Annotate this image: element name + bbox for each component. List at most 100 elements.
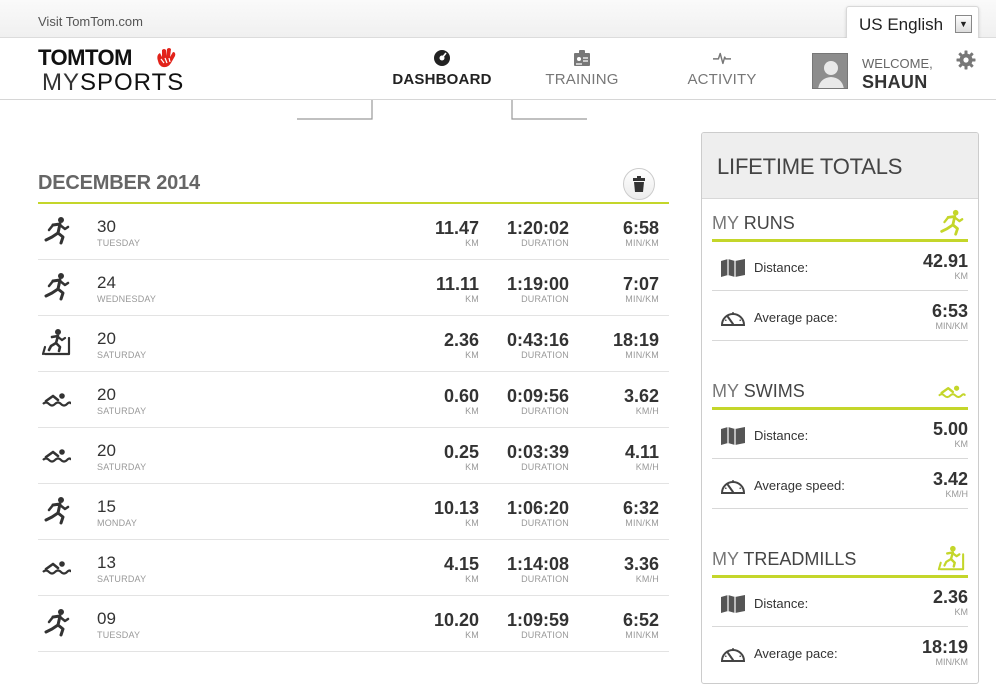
distance-value: 0.25 — [443, 442, 479, 462]
activity-duration: 0:03:39 DURATION — [479, 442, 569, 473]
activity-day: 13 — [97, 553, 116, 572]
tab-training[interactable]: TRAINING — [512, 38, 652, 100]
activity-distance: 11.11 KM — [389, 274, 479, 305]
speedometer-icon — [720, 476, 746, 496]
distance-unit: KM — [465, 462, 479, 472]
chevron-down-icon[interactable]: ▼ — [955, 15, 972, 33]
distance-unit: KM — [465, 294, 479, 304]
activity-distance: 11.47 KM — [389, 218, 479, 249]
run-icon — [41, 608, 71, 638]
lifetime-totals-panel: LIFETIME TOTALS MY RUNS Distance: 42.91 … — [701, 132, 979, 684]
activity-pace: 3.36 KM/H — [579, 554, 659, 585]
avatar[interactable] — [812, 53, 848, 89]
delete-button[interactable] — [623, 168, 655, 200]
activity-duration: 0:09:56 DURATION — [479, 386, 569, 417]
my-treadmills-title: MY TREADMILLS — [712, 549, 857, 569]
runs-distance-label: Distance: — [754, 260, 809, 275]
visit-tomtom-link[interactable]: Visit TomTom.com — [38, 14, 143, 29]
activity-row[interactable]: 20 SATURDAY 2.36 KM 0:43:16 DURATION 18:… — [38, 316, 669, 372]
pace-value: 7:07 — [622, 274, 659, 294]
treadmill-icon — [41, 328, 71, 358]
activity-row[interactable]: 20 SATURDAY 0.25 KM 0:03:39 DURATION 4.1… — [38, 428, 669, 484]
activity-distance: 4.15 KM — [389, 554, 479, 585]
speedometer-icon — [720, 644, 746, 664]
activity-duration: 1:06:20 DURATION — [479, 498, 569, 529]
treadmills-distance-row: Distance: 2.36 KM — [712, 578, 968, 627]
activity-weekday: MONDAY — [97, 518, 138, 528]
runs-pace-row: Average pace: 6:53 MIN/KM — [712, 292, 968, 341]
activity-row[interactable]: 24 WEDNESDAY 11.11 KM 1:19:00 DURATION 7… — [38, 260, 669, 316]
distance-value: 2.36 — [443, 330, 479, 350]
duration-unit: DURATION — [521, 406, 569, 416]
welcome-text: WELCOME, — [862, 56, 933, 71]
run-icon — [41, 216, 71, 246]
language-value: US English — [859, 15, 944, 34]
activity-list: 30 TUESDAY 11.47 KM 1:20:02 DURATION 6:5… — [38, 204, 669, 652]
activity-row[interactable]: 13 SATURDAY 4.15 KM 1:14:08 DURATION 3.3… — [38, 540, 669, 596]
duration-value: 1:19:00 — [506, 274, 569, 294]
pace-unit: KM/H — [635, 406, 659, 416]
map-icon — [720, 426, 746, 446]
pace-value: 6:52 — [622, 610, 659, 630]
distance-unit: KM — [465, 518, 479, 528]
my-swims-title: MY SWIMS — [712, 381, 805, 401]
pace-unit: MIN/KM — [625, 350, 659, 360]
activity-row[interactable]: 30 TUESDAY 11.47 KM 1:20:02 DURATION 6:5… — [38, 204, 669, 260]
distance-unit: KM — [465, 238, 479, 248]
activity-distance: 2.36 KM — [389, 330, 479, 361]
duration-value: 1:20:02 — [506, 218, 569, 238]
runs-pace: 6:53 MIN/KM — [931, 301, 968, 332]
pace-value: 3.62 — [623, 386, 659, 406]
tomtom-mysports-logo[interactable]: TOMTOM MYSPORTS — [38, 45, 188, 96]
duration-unit: DURATION — [521, 462, 569, 472]
swims-speed-label: Average speed: — [754, 478, 845, 493]
speedometer-icon — [720, 308, 746, 328]
tab-activity-label: ACTIVITY — [687, 71, 757, 88]
duration-value: 0:09:56 — [506, 386, 569, 406]
swim-icon — [938, 385, 966, 399]
distance-value: 11.11 — [435, 274, 479, 294]
activity-distance: 10.13 KM — [389, 498, 479, 529]
activity-distance: 10.20 KM — [389, 610, 479, 641]
duration-unit: DURATION — [521, 518, 569, 528]
distance-unit: KM — [465, 574, 479, 584]
duration-unit: DURATION — [521, 574, 569, 584]
activity-day: 20 — [97, 329, 116, 348]
logo-product: MYSPORTS — [42, 69, 185, 96]
run-icon — [940, 209, 964, 236]
run-icon — [41, 272, 71, 302]
activity-duration: 0:43:16 DURATION — [479, 330, 569, 361]
activity-day: 24 — [97, 273, 116, 292]
pace-value: 3.36 — [623, 554, 659, 574]
activity-icon — [713, 52, 731, 65]
pace-value: 4.11 — [624, 442, 659, 462]
pace-unit: MIN/KM — [625, 238, 659, 248]
duration-value: 0:03:39 — [506, 442, 569, 462]
duration-value: 0:43:16 — [506, 330, 569, 350]
treadmills-pace-label: Average pace: — [754, 646, 838, 661]
username[interactable]: SHAUN — [862, 72, 928, 93]
training-icon — [574, 50, 590, 66]
pace-unit: MIN/KM — [625, 294, 659, 304]
lifetime-totals-title: LIFETIME TOTALS — [717, 154, 903, 179]
activity-duration: 1:14:08 DURATION — [479, 554, 569, 585]
distance-value: 10.13 — [433, 498, 479, 518]
language-select[interactable]: US English ▼ — [846, 6, 979, 40]
swims-distance: 5.00 KM — [932, 419, 968, 450]
run-icon — [41, 496, 71, 526]
gear-icon[interactable] — [956, 50, 976, 70]
activity-duration: 1:09:59 DURATION — [479, 610, 569, 641]
activity-row[interactable]: 20 SATURDAY 0.60 KM 0:09:56 DURATION 3.6… — [38, 372, 669, 428]
treadmills-pace-row: Average pace: 18:19 MIN/KM — [712, 628, 968, 677]
pace-unit: KM/H — [635, 574, 659, 584]
main-header: TOMTOM MYSPORTS DASHBOARD TRAINING ACTIV… — [0, 38, 996, 100]
activity-row[interactable]: 15 MONDAY 10.13 KM 1:06:20 DURATION 6:32… — [38, 484, 669, 540]
distance-value: 10.20 — [433, 610, 479, 630]
tab-dashboard[interactable]: DASHBOARD — [372, 38, 512, 100]
treadmills-pace: 18:19 MIN/KM — [921, 637, 968, 668]
swims-speed-row: Average speed: 3.42 KM/H — [712, 460, 968, 509]
month-title: DECEMBER 2014 — [38, 172, 200, 194]
activity-row[interactable]: 09 TUESDAY 10.20 KM 1:09:59 DURATION 6:5… — [38, 596, 669, 652]
activity-day: 30 — [97, 217, 116, 236]
tab-activity[interactable]: ACTIVITY — [652, 38, 792, 100]
